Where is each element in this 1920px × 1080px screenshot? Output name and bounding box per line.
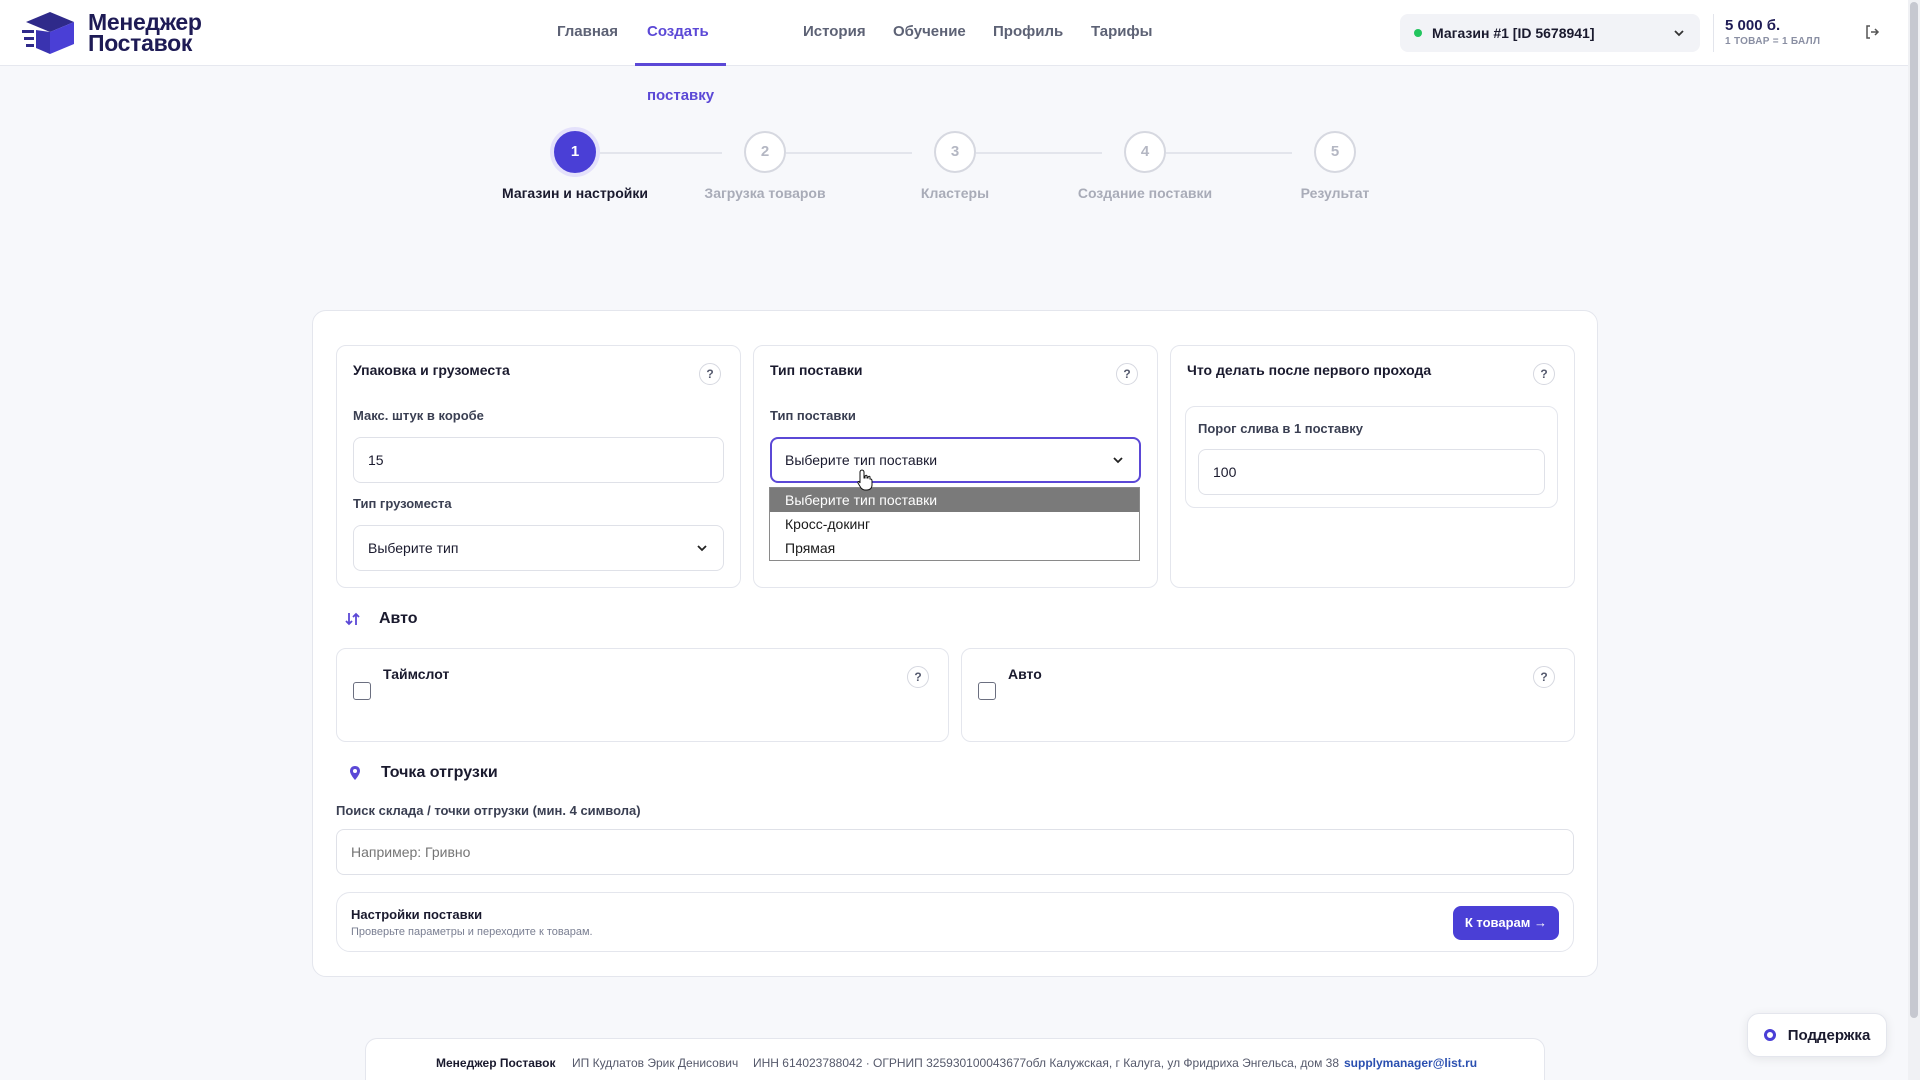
step-number: 1 <box>554 131 596 173</box>
option-choose-type[interactable]: Выберите тип поставки <box>770 488 1139 512</box>
warehouse-search-input[interactable] <box>336 829 1574 875</box>
option-direct[interactable]: Прямая <box>770 536 1139 560</box>
threshold-label: Порог слива в 1 поставку <box>1198 421 1363 436</box>
balance-amount: 5 000 б. <box>1725 17 1781 34</box>
top-header: Менеджер Поставок Главная Создать постав… <box>0 0 1908 104</box>
nav-learning[interactable]: Обучение <box>893 0 966 66</box>
logo-box-icon <box>22 12 74 54</box>
settings-bar-title: Настройки поставки <box>351 907 483 922</box>
nav-tariffs[interactable]: Тарифы <box>1091 0 1152 66</box>
nav-create-supply[interactable]: Создать поставку <box>635 0 727 104</box>
timeslot-panel: Таймслот ? <box>336 648 949 742</box>
warehouse-search-label: Поиск склада / точки отгрузки (мин. 4 си… <box>336 803 641 818</box>
step-number: 3 <box>934 131 976 173</box>
nav-history[interactable]: История <box>803 0 866 66</box>
sort-arrows-icon <box>345 612 360 626</box>
auto-section-title: Авто <box>379 610 418 627</box>
chevron-down-icon <box>697 545 707 552</box>
store-label: Магазин #1 [ID 5678941] <box>1432 25 1595 41</box>
chevron-down-icon <box>1674 30 1684 37</box>
site-footer: Менеджер Поставок ИП Кудлатов Эрик Денис… <box>365 1038 1545 1080</box>
max-items-input[interactable]: 15 <box>353 437 724 483</box>
shipment-section-header: Точка отгрузки <box>347 764 498 782</box>
panel-title: Упаковка и грузоместа <box>353 362 510 378</box>
step-2: 2 Загрузка товаров <box>665 131 865 201</box>
cargo-type-select[interactable]: Выберите тип <box>353 525 724 571</box>
supply-type-options: Выберите тип поставки Кросс-докинг Пряма… <box>769 487 1140 561</box>
support-icon <box>1763 1029 1776 1041</box>
step-label: Создание поставки <box>1077 185 1213 201</box>
balance-rate: 1 ТОВАР = 1 БАЛЛ <box>1725 36 1821 47</box>
footer-owner: ИП Кудлатов Эрик Денисович <box>572 1056 739 1070</box>
help-icon[interactable]: ? <box>1116 363 1138 385</box>
logo-text: Менеджер Поставок <box>88 11 202 56</box>
support-button[interactable]: Поддержка <box>1747 1013 1887 1057</box>
help-icon[interactable]: ? <box>907 666 929 688</box>
auto-section-header: Авто <box>345 610 418 628</box>
balance-display: 5 000 б. 1 ТОВАР = 1 БАЛЛ <box>1725 17 1820 47</box>
supply-type-select[interactable]: Выберите тип поставки <box>770 437 1141 483</box>
supply-type-value: Выберите тип поставки <box>785 452 938 468</box>
timeslot-checkbox[interactable] <box>353 682 371 700</box>
footer-brand: Менеджер Поставок <box>436 1056 556 1070</box>
pointer-cursor-icon <box>857 469 873 491</box>
header-divider <box>1713 14 1714 52</box>
step-label: Результат <box>1300 185 1370 201</box>
cargo-type-value: Выберите тип <box>368 540 459 556</box>
logo-line-2: Поставок <box>88 30 193 56</box>
supply-type-label: Тип поставки <box>770 408 856 423</box>
settings-bar-subtitle: Проверьте параметры и переходите к товар… <box>351 926 593 938</box>
scrollbar-thumb[interactable] <box>1910 2 1918 1018</box>
max-items-label: Макс. штук в коробе <box>353 408 484 423</box>
footer-address: обл Калужская, г Калуга, ул Фридриха Энг… <box>1026 1056 1340 1070</box>
footer-email-link[interactable]: supplymanager@list.ru <box>1344 1056 1477 1070</box>
app-logo[interactable]: Менеджер Поставок <box>22 10 202 56</box>
nav-profile[interactable]: Профиль <box>993 0 1063 66</box>
step-number: 4 <box>1124 131 1166 173</box>
after-pass-panel: Что делать после первого прохода ? Порог… <box>1170 345 1575 588</box>
store-selector[interactable]: Магазин #1 [ID 5678941] <box>1400 14 1700 52</box>
timeslot-label: Таймслот <box>383 666 450 682</box>
auto-panel: Авто ? <box>961 648 1575 742</box>
step-5: 5 Результат <box>1235 131 1435 201</box>
support-label: Поддержка <box>1787 1026 1871 1044</box>
page-scrollbar[interactable] <box>1908 0 1920 1080</box>
panel-title: Что делать после первого прохода <box>1187 362 1432 378</box>
shipment-section-title: Точка отгрузки <box>381 764 498 781</box>
cargo-type-label: Тип грузоместа <box>353 496 452 511</box>
step-label: Кластеры <box>920 185 990 201</box>
packaging-panel: Упаковка и грузоместа ? Макс. штук в кор… <box>336 345 741 588</box>
auto-checkbox[interactable] <box>978 682 996 700</box>
step-label: Магазин и настройки <box>501 185 649 201</box>
threshold-box: Порог слива в 1 поставку 100 <box>1185 406 1558 508</box>
option-cross-docking[interactable]: Кросс-докинг <box>770 512 1139 536</box>
location-pin-icon <box>350 766 360 780</box>
help-icon[interactable]: ? <box>1533 363 1555 385</box>
help-icon[interactable]: ? <box>1533 666 1555 688</box>
step-number: 5 <box>1314 131 1356 173</box>
threshold-input[interactable]: 100 <box>1198 449 1545 495</box>
footer-ids: ИНН 614023788042 · ОГРНИП 32593010004367… <box>753 1056 1027 1070</box>
auto-label: Авто <box>1008 666 1042 682</box>
logout-icon[interactable] <box>1864 24 1880 40</box>
help-icon[interactable]: ? <box>699 363 721 385</box>
step-4: 4 Создание поставки <box>1045 131 1245 201</box>
panel-title: Тип поставки <box>770 362 863 378</box>
nav-home[interactable]: Главная <box>557 0 618 66</box>
step-number: 2 <box>744 131 786 173</box>
step-3: 3 Кластеры <box>855 131 1055 201</box>
step-1: 1 Магазин и настройки <box>475 131 675 201</box>
supply-settings-bar: Настройки поставки Проверьте параметры и… <box>336 892 1574 952</box>
store-status-dot <box>1414 29 1422 37</box>
chevron-down-icon <box>1113 457 1123 464</box>
step-label: Загрузка товаров <box>704 185 826 201</box>
to-products-button[interactable]: К товарам → <box>1452 906 1559 940</box>
